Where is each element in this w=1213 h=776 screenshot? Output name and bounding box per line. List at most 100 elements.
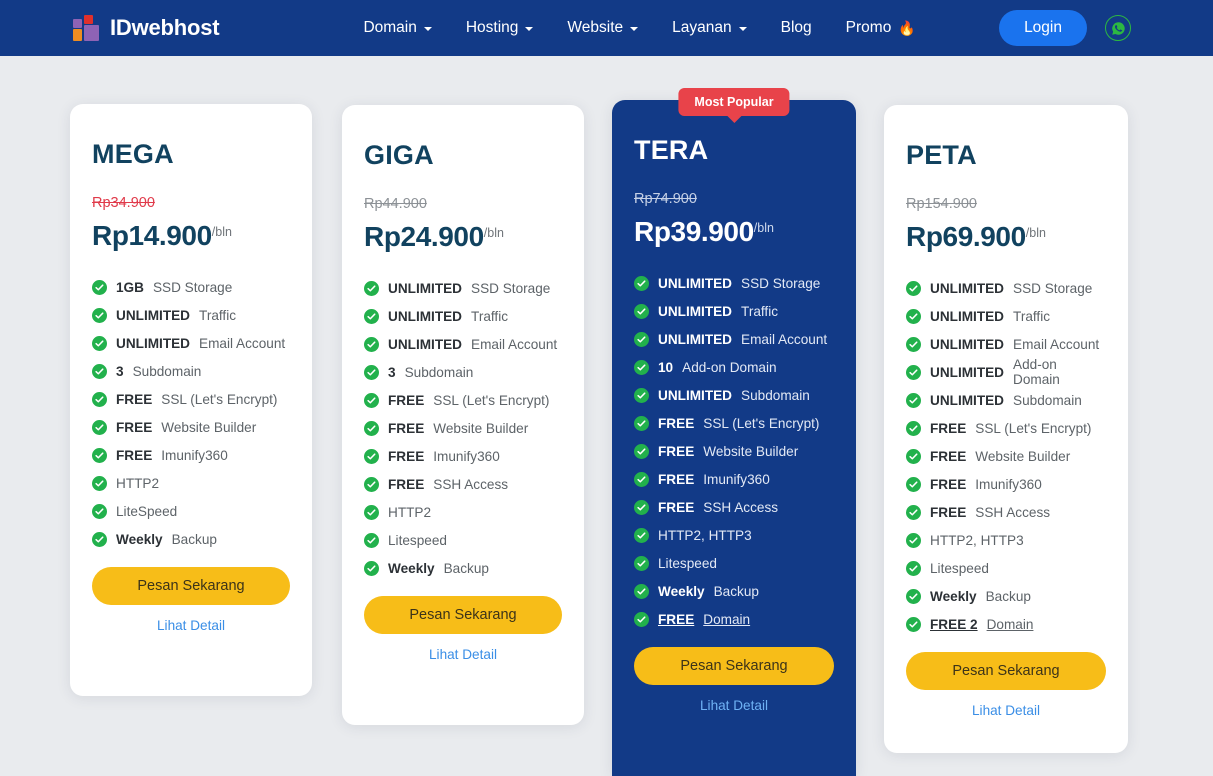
feature-item: FREE Imunify360 — [364, 442, 562, 470]
feature-item: 3 Subdomain — [92, 357, 290, 385]
price-unit: /bln — [483, 226, 504, 240]
feature-text: SSD Storage — [471, 280, 551, 296]
feature-text: SSH Access — [975, 504, 1051, 520]
nav-item-website[interactable]: Website — [550, 13, 655, 43]
order-now-button[interactable]: Pesan Sekarang — [364, 596, 562, 634]
nav-item-label: Layanan — [672, 19, 732, 36]
check-circle-icon — [906, 364, 921, 380]
feature-item: UNLIMITED Traffic — [906, 302, 1106, 330]
whatsapp-icon[interactable] — [1105, 15, 1131, 41]
check-circle-icon — [634, 415, 649, 431]
price-current: Rp24.900 — [364, 221, 484, 252]
feature-text: Domain — [703, 611, 751, 627]
feature-item: FREE Website Builder — [906, 442, 1106, 470]
check-circle-icon — [92, 307, 107, 323]
feature-text: SSL (Let's Encrypt) — [161, 391, 278, 407]
view-detail-link[interactable]: Lihat Detail — [634, 698, 834, 713]
feature-text: Website Builder — [975, 448, 1071, 464]
check-circle-icon — [364, 532, 379, 548]
view-detail-link[interactable]: Lihat Detail — [92, 618, 290, 633]
check-circle-icon — [634, 275, 649, 291]
check-circle-icon — [364, 280, 379, 296]
site-header: IDwebhost Domain Hosting Website Layanan Blo… — [0, 0, 1213, 56]
check-circle-icon — [92, 447, 107, 463]
plan-name: TERA — [634, 135, 709, 165]
login-button[interactable]: Login — [999, 10, 1087, 46]
most-popular-badge: Most Popular — [678, 88, 790, 116]
nav-item-promo[interactable]: Promo 🔥 — [829, 13, 933, 43]
nav-item-label: Domain — [363, 19, 417, 36]
check-circle-icon — [364, 448, 379, 464]
price-row: Rp39.900/bln — [634, 216, 834, 248]
feature-highlight: Weekly — [930, 588, 977, 604]
order-now-button[interactable]: Pesan Sekarang — [92, 567, 290, 605]
feature-text: Imunify360 — [703, 471, 770, 487]
nav-item-label: Website — [567, 19, 624, 36]
feature-item: Litespeed — [634, 549, 834, 577]
idwebhost-logo-icon — [73, 15, 101, 41]
check-circle-icon — [364, 560, 379, 576]
order-now-button[interactable]: Pesan Sekarang — [634, 647, 834, 685]
check-circle-icon — [364, 364, 379, 380]
check-circle-icon — [906, 476, 921, 492]
feature-text: Domain — [986, 616, 1034, 632]
check-circle-icon — [634, 611, 649, 627]
feature-item: UNLIMITED Subdomain — [906, 386, 1106, 414]
nav-item-label: Blog — [780, 19, 812, 36]
check-circle-icon — [906, 504, 921, 520]
feature-text: HTTP2 — [388, 504, 432, 520]
check-circle-icon — [364, 504, 379, 520]
feature-text: Add-on Domain — [682, 359, 777, 375]
check-circle-icon — [92, 503, 107, 519]
feature-item: Weekly Backup — [92, 525, 290, 553]
feature-text: Subdomain — [1013, 392, 1082, 408]
feature-highlight: UNLIMITED — [930, 364, 1005, 380]
nav-item-label: Hosting — [465, 19, 519, 36]
feature-item: FREE Imunify360 — [906, 470, 1106, 498]
feature-text: Imunify360 — [161, 447, 228, 463]
check-circle-icon — [634, 443, 649, 459]
nav-item-layanan[interactable]: Layanan — [655, 13, 763, 43]
check-circle-icon — [906, 560, 921, 576]
price-row: Rp24.900/bln — [364, 221, 562, 253]
feature-highlight: UNLIMITED — [658, 303, 733, 319]
check-circle-icon — [906, 308, 921, 324]
feature-item: Weekly Backup — [634, 577, 834, 605]
order-now-button[interactable]: Pesan Sekarang — [906, 652, 1106, 690]
feature-highlight: FREE — [658, 471, 695, 487]
feature-highlight: 3 — [388, 364, 396, 380]
feature-highlight: FREE 2 — [930, 616, 978, 632]
check-circle-icon — [364, 308, 379, 324]
feature-item: Litespeed — [364, 526, 562, 554]
feature-text: Subdomain — [132, 363, 202, 379]
feature-highlight: FREE — [930, 504, 967, 520]
feature-text: Email Account — [1013, 336, 1100, 352]
feature-highlight: 1GB — [116, 279, 144, 295]
nav-item-domain[interactable]: Domain — [346, 13, 448, 43]
feature-text: Litespeed — [658, 555, 717, 571]
check-circle-icon — [906, 336, 921, 352]
feature-item: FREE Website Builder — [634, 437, 834, 465]
logo-text: IDwebhost — [110, 15, 220, 40]
feature-highlight: UNLIMITED — [658, 331, 733, 347]
feature-item: UNLIMITED SSD Storage — [364, 274, 562, 302]
feature-item: FREE SSH Access — [364, 470, 562, 498]
check-circle-icon — [364, 420, 379, 436]
site-logo[interactable]: IDwebhost — [73, 15, 220, 41]
check-circle-icon — [364, 336, 379, 352]
view-detail-link[interactable]: Lihat Detail — [906, 703, 1106, 718]
feature-text: Backup — [713, 583, 759, 599]
check-circle-icon — [906, 588, 921, 604]
feature-item: Litespeed — [906, 554, 1106, 582]
feature-text: Backup — [171, 531, 217, 547]
check-circle-icon — [92, 475, 107, 491]
nav-item-hosting[interactable]: Hosting — [449, 13, 551, 43]
feature-text: Email Account — [199, 335, 286, 351]
feature-item: UNLIMITED Email Account — [92, 329, 290, 357]
feature-text: SSL (Let's Encrypt) — [703, 415, 820, 431]
feature-highlight: UNLIMITED — [116, 335, 191, 351]
view-detail-link[interactable]: Lihat Detail — [364, 647, 562, 662]
nav-item-blog[interactable]: Blog — [764, 13, 829, 43]
feature-item: FREE SSL (Let's Encrypt) — [906, 414, 1106, 442]
price-original: Rp154.900 — [906, 196, 977, 212]
